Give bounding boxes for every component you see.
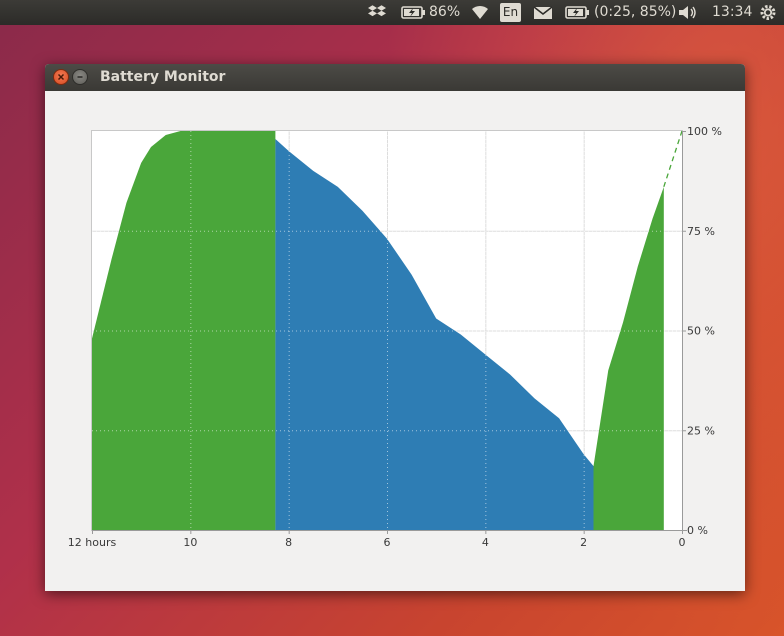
x-tick-label: 8: [285, 536, 292, 549]
y-tick-label: 25 %: [687, 424, 715, 437]
clock[interactable]: 13:34: [712, 0, 752, 25]
y-axis-labels: 0 % 25 % 50 % 75 % 100 %: [687, 125, 722, 537]
x-tick-label: 2: [580, 536, 587, 549]
mail-icon[interactable]: [532, 0, 554, 25]
gear-icon[interactable]: [758, 0, 778, 25]
y-tick-label: 0 %: [687, 524, 708, 537]
battery-history-chart: 12 hours 10 8 6 4 2 0 0 % 25 % 50 % 75 % 100 %: [68, 125, 722, 549]
battery-monitor-window: Battery Monitor 12 hours 10 8 6 4 2 0 0 % 25 % 5…: [45, 64, 745, 591]
window-titlebar[interactable]: Battery Monitor: [45, 64, 745, 91]
x-tick-label: 4: [482, 536, 489, 549]
battery-status-icon[interactable]: [565, 0, 591, 25]
dropbox-icon[interactable]: [368, 0, 388, 25]
minimize-button[interactable]: [72, 69, 88, 85]
wifi-icon[interactable]: [469, 0, 491, 25]
battery-status-text[interactable]: (0:25, 85%): [594, 0, 676, 25]
battery-icon[interactable]: [401, 0, 427, 25]
minimize-icon: [77, 76, 83, 78]
y-tick-label: 50 %: [687, 325, 715, 338]
close-button[interactable]: [53, 69, 69, 85]
x-tick-label: 0: [679, 536, 686, 549]
window-title: Battery Monitor: [100, 69, 226, 85]
top-panel: 86% En (0:25, 85%) 13:34: [0, 0, 784, 25]
keyboard-lang-indicator[interactable]: En: [500, 3, 521, 22]
x-axis-labels: 12 hours 10 8 6 4 2 0: [68, 536, 686, 549]
y-tick-label: 75 %: [687, 225, 715, 238]
y-tick-label: 100 %: [687, 125, 722, 138]
x-tick-label: 10: [183, 536, 197, 549]
battery-percent[interactable]: 86%: [429, 0, 460, 25]
chart-area: 12 hours 10 8 6 4 2 0 0 % 25 % 50 % 75 % 100 %: [45, 91, 745, 591]
x-tick-label: 6: [384, 536, 391, 549]
close-icon: [57, 73, 65, 81]
x-tick-label: 12 hours: [68, 536, 117, 549]
volume-icon[interactable]: [677, 0, 699, 25]
